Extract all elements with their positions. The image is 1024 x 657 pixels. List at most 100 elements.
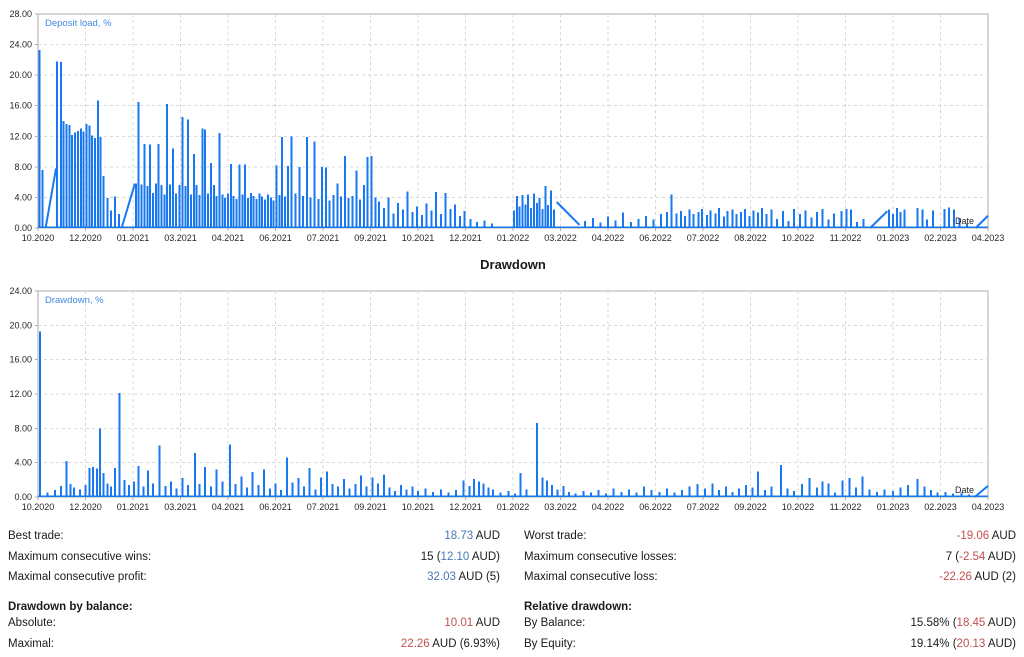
stat-row: By Balance: 15.58% (18.45 AUD) <box>524 617 1016 638</box>
y-tick-label: 16.00 <box>9 355 32 365</box>
deposit-load-chart: 28.0024.0020.0016.0012.008.004.000.0010.… <box>0 0 1024 250</box>
y-tick-label: 8.00 <box>14 162 32 172</box>
date-axis-label: Date <box>955 485 974 495</box>
series-legend-label: Drawdown, % <box>45 295 104 306</box>
stat-label: Maximum consecutive losses: <box>524 551 677 563</box>
x-tick-label: 04.2023 <box>972 502 1005 512</box>
stat-label: Maximum consecutive wins: <box>8 551 151 563</box>
x-tick-label: 10.2022 <box>782 233 815 243</box>
drawdown-chart: 24.0020.0016.0012.008.004.000.0010.20201… <box>0 284 1024 524</box>
y-tick-label: 0.00 <box>14 492 32 502</box>
x-tick-label: 09.2021 <box>354 233 387 243</box>
stat-row: By Equity: 19.14% (20.13 AUD) <box>524 638 1016 657</box>
y-tick-label: 12.00 <box>9 389 32 399</box>
stats-column-right: Worst trade: -19.06 AUD Maximum consecutiv… <box>524 530 1016 657</box>
x-tick-label: 10.2020 <box>22 502 55 512</box>
stat-value-part: AUD <box>473 617 500 629</box>
x-tick-label: 04.2023 <box>972 233 1005 243</box>
stats-table: Best trade: 18.73 AUD Maximum consecutive … <box>8 530 1016 657</box>
x-tick-label: 06.2021 <box>259 502 292 512</box>
stat-row: Maximum consecutive losses: 7 (-2.54 AUD) <box>524 551 1016 572</box>
stat-value-part: AUD (5) <box>456 571 500 583</box>
x-tick-label: 03.2022 <box>544 502 577 512</box>
y-tick-label: 16.00 <box>9 101 32 111</box>
x-tick-label: 01.2022 <box>497 502 530 512</box>
stat-row: Absolute: 10.01 AUD <box>8 617 500 638</box>
stat-value-part: 20.13 <box>957 638 986 650</box>
stat-value: 32.03 AUD (5) <box>427 571 500 583</box>
stat-label: By Balance: <box>524 617 585 629</box>
stat-value: 19.14% (20.13 AUD) <box>911 638 1016 650</box>
stat-label: Maximal: <box>8 638 54 650</box>
stat-label: Maximal consecutive loss: <box>524 571 658 583</box>
y-tick-label: 20.00 <box>9 320 32 330</box>
stat-row: Maximal consecutive loss: -22.26 AUD (2) <box>524 571 1016 592</box>
x-tick-label: 02.2023 <box>924 502 957 512</box>
y-tick-label: 4.00 <box>14 192 32 202</box>
stat-value: -19.06 AUD <box>957 530 1016 542</box>
stat-value: 7 (-2.54 AUD) <box>946 551 1016 563</box>
date-axis-label: Date <box>955 216 974 226</box>
x-tick-label: 01.2023 <box>877 502 910 512</box>
stat-row: Best trade: 18.73 AUD <box>8 530 500 551</box>
x-tick-label: 06.2022 <box>639 233 672 243</box>
x-tick-label: 07.2022 <box>687 233 720 243</box>
stat-label: Maximal consecutive profit: <box>8 571 147 583</box>
stat-value-part: 15.58% ( <box>911 617 957 629</box>
stat-label: Worst trade: <box>524 530 586 542</box>
stat-value-part: 19.14% ( <box>911 638 957 650</box>
x-tick-label: 10.2021 <box>402 233 435 243</box>
stats-section-header: Drawdown by balance: <box>8 597 500 618</box>
stat-value-part: 7 ( <box>946 551 959 563</box>
stats-column-left: Best trade: 18.73 AUD Maximum consecutive … <box>8 530 500 657</box>
stat-value-part: AUD) <box>985 617 1016 629</box>
x-tick-label: 04.2021 <box>212 233 245 243</box>
x-tick-label: 04.2022 <box>592 233 625 243</box>
stat-value-part: -2.54 <box>959 551 985 563</box>
x-tick-label: 10.2022 <box>782 502 815 512</box>
stat-label: By Equity: <box>524 638 576 650</box>
stat-value: -22.26 AUD (2) <box>939 571 1016 583</box>
stat-value-part: 18.45 <box>957 617 986 629</box>
stat-value-part: -22.26 <box>939 571 972 583</box>
x-tick-label: 12.2021 <box>449 502 482 512</box>
stat-value-part: 12.10 <box>441 551 470 563</box>
stat-value-part: AUD <box>473 530 500 542</box>
stat-label: Absolute: <box>8 617 56 629</box>
stat-value: 10.01 AUD <box>444 617 500 629</box>
stat-value-part: AUD (6.93%) <box>430 638 500 650</box>
x-tick-label: 03.2021 <box>164 502 197 512</box>
stat-value: 18.73 AUD <box>444 530 500 542</box>
x-tick-label: 11.2022 <box>830 502 862 512</box>
stat-label: Best trade: <box>8 530 64 542</box>
x-tick-label: 12.2020 <box>69 502 102 512</box>
x-tick-label: 06.2022 <box>639 502 672 512</box>
x-tick-label: 06.2021 <box>259 233 292 243</box>
stat-value-part: AUD (2) <box>972 571 1016 583</box>
stat-row: Maximal consecutive profit: 32.03 AUD (5) <box>8 571 500 592</box>
x-tick-label: 02.2023 <box>924 233 957 243</box>
x-tick-label: 01.2021 <box>117 233 150 243</box>
y-tick-label: 20.00 <box>9 70 32 80</box>
stat-value-part: 15 ( <box>421 551 441 563</box>
x-tick-label: 04.2022 <box>592 502 625 512</box>
stat-value-part: AUD <box>989 530 1016 542</box>
x-tick-label: 01.2022 <box>497 233 530 243</box>
drawdown-chart-title: Drawdown <box>38 257 988 272</box>
x-tick-label: 07.2022 <box>687 502 720 512</box>
y-tick-label: 4.00 <box>14 458 32 468</box>
stat-value-part: AUD) <box>469 551 500 563</box>
x-tick-label: 03.2022 <box>544 233 577 243</box>
x-tick-label: 09.2021 <box>354 502 387 512</box>
x-tick-label: 11.2022 <box>830 233 862 243</box>
backtest-report-page: 28.0024.0020.0016.0012.008.004.000.0010.… <box>0 0 1024 657</box>
y-tick-label: 0.00 <box>14 223 32 233</box>
x-tick-label: 12.2021 <box>449 233 482 243</box>
x-tick-label: 08.2022 <box>734 233 767 243</box>
stat-value-part: AUD) <box>985 551 1016 563</box>
stat-row: Worst trade: -19.06 AUD <box>524 530 1016 551</box>
x-tick-label: 01.2023 <box>877 233 910 243</box>
x-tick-label: 03.2021 <box>164 233 197 243</box>
x-tick-label: 10.2021 <box>402 502 435 512</box>
stat-value-part: 22.26 <box>401 638 430 650</box>
